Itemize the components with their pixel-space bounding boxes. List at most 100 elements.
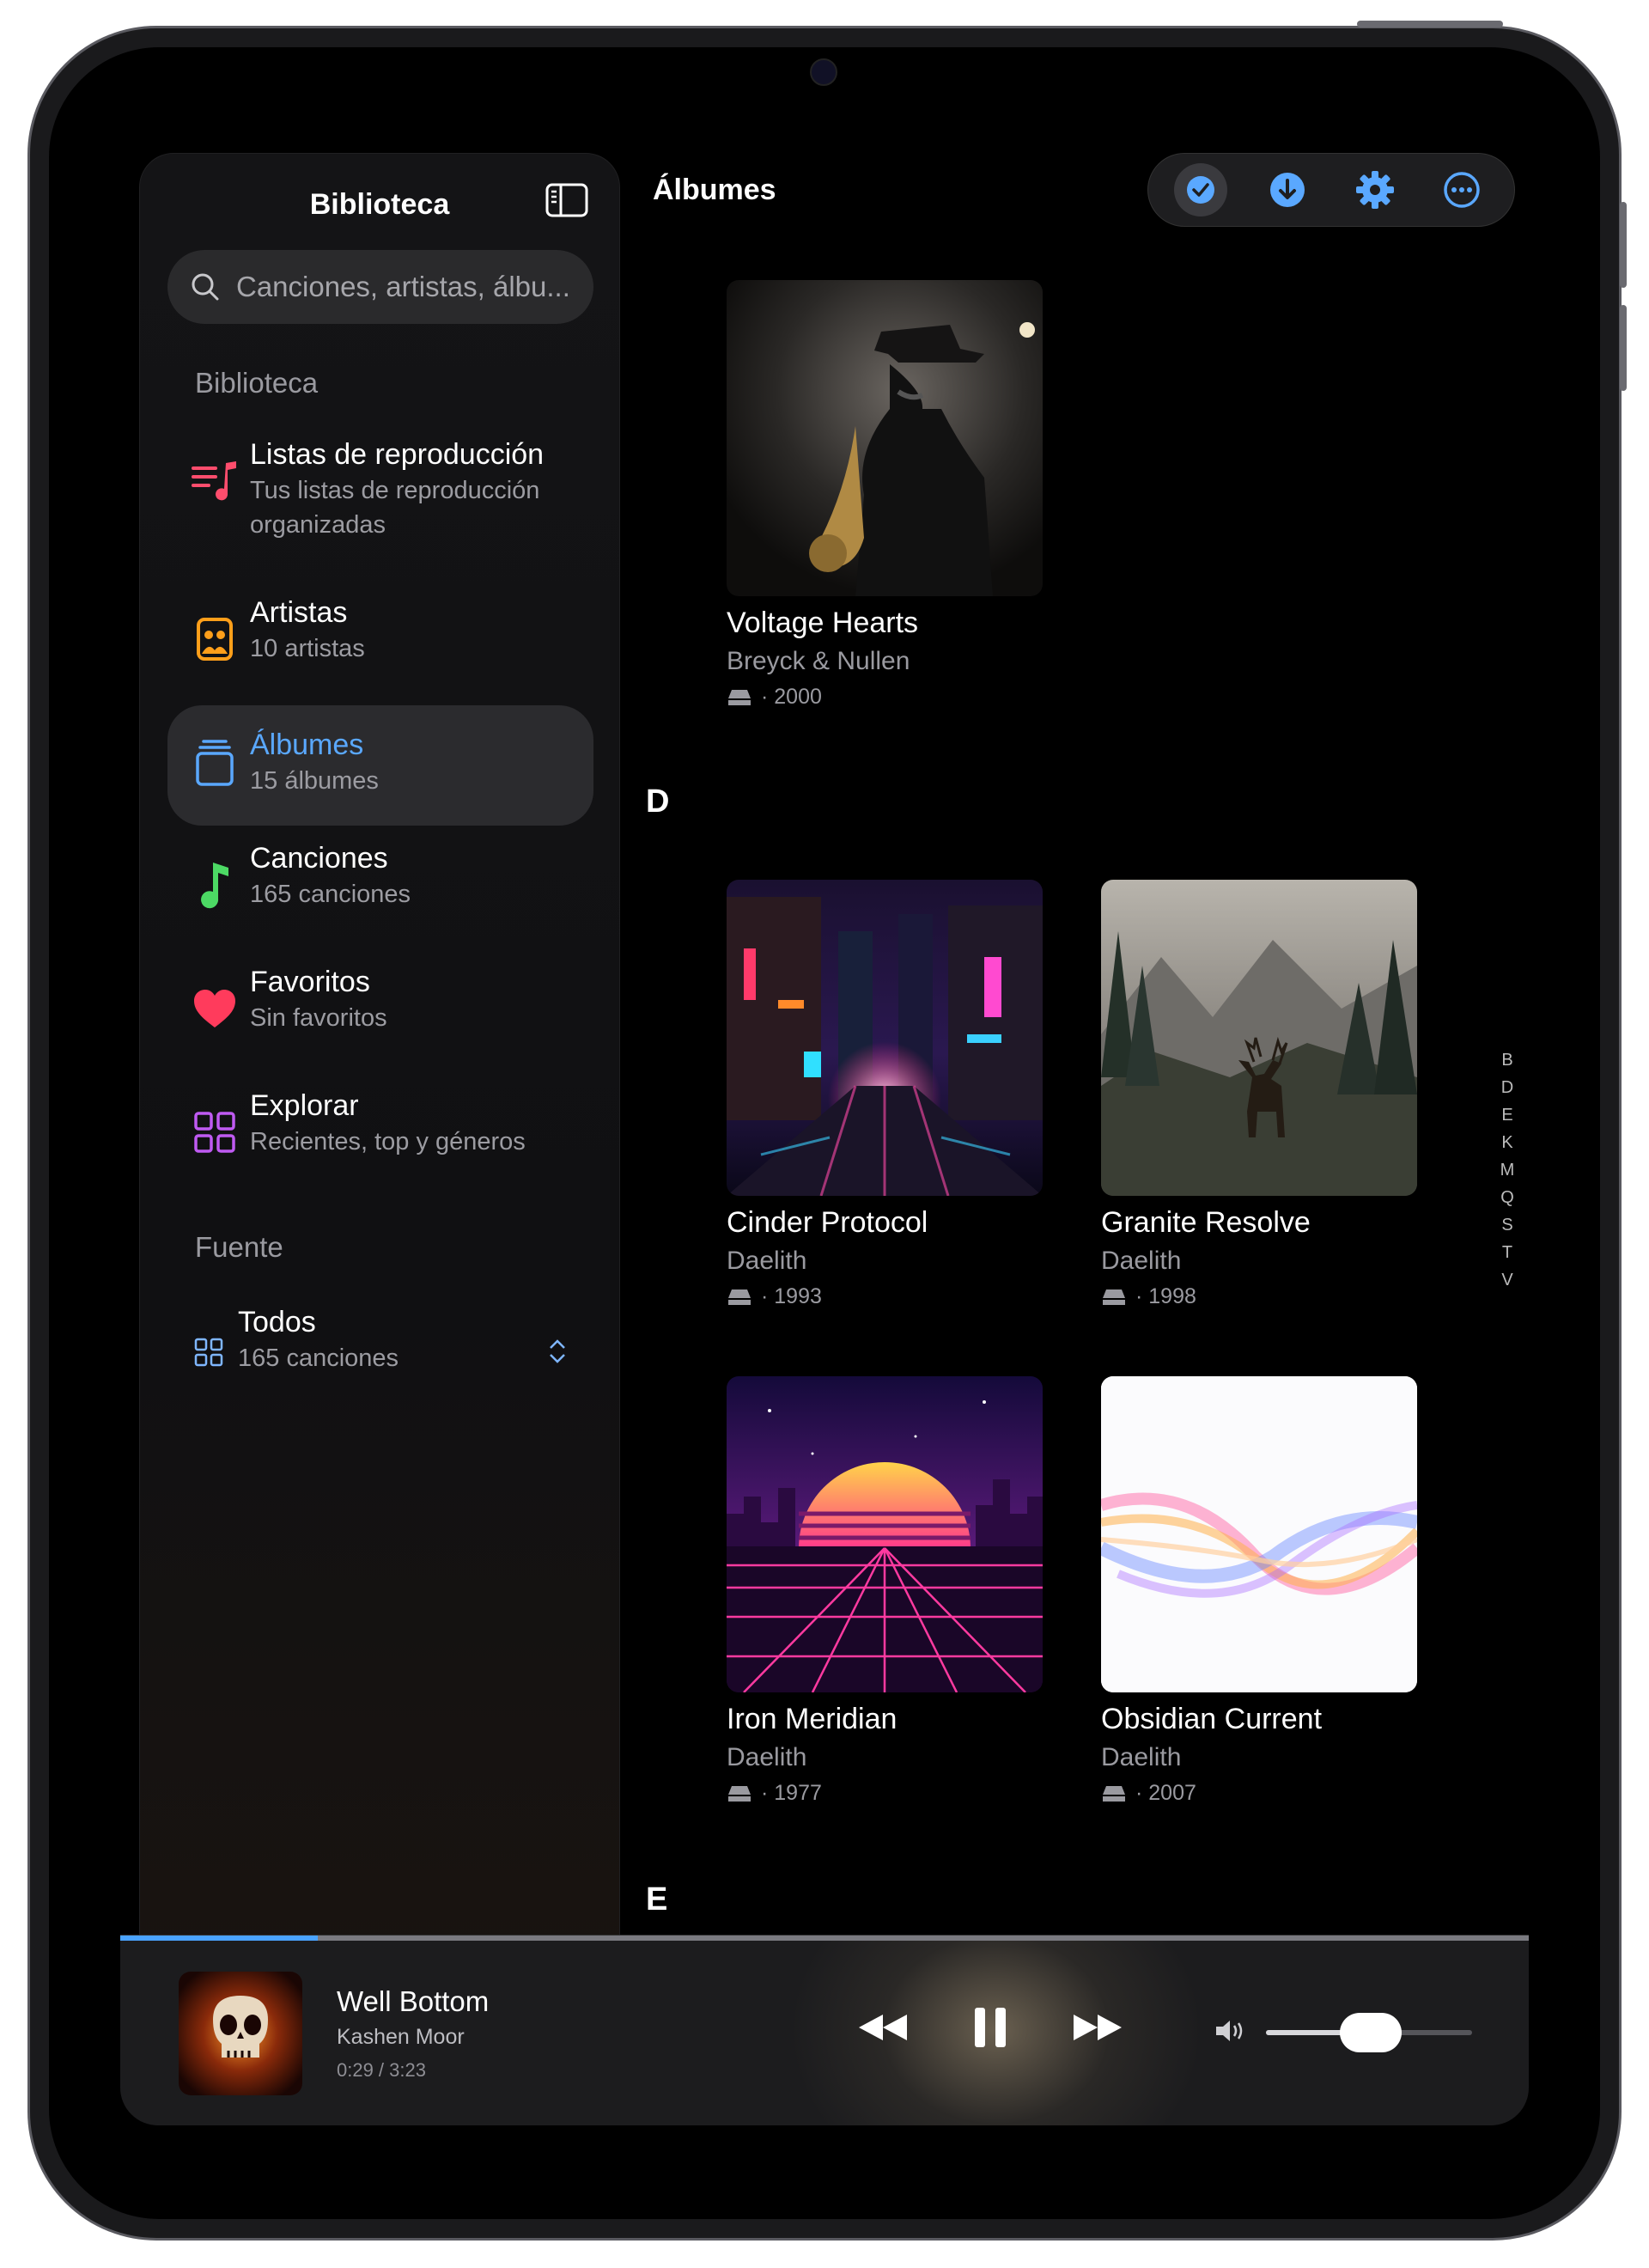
pause-button[interactable] bbox=[960, 1997, 1020, 2058]
album-artist: Daelith bbox=[727, 1247, 807, 1275]
toolbar bbox=[1147, 153, 1515, 227]
album-card[interactable]: Voltage Hearts Breyck & Nullen · 2000 bbox=[727, 280, 1044, 710]
album-artist: Daelith bbox=[1101, 1743, 1182, 1771]
pause-icon bbox=[975, 2008, 1006, 2047]
settings-button[interactable] bbox=[1348, 163, 1402, 216]
section-header-e: E bbox=[646, 1881, 668, 1917]
index-letter[interactable]: D bbox=[1494, 1074, 1520, 1101]
source-picker[interactable]: Todos 165 canciones bbox=[167, 1305, 593, 1408]
index-letter[interactable]: M bbox=[1494, 1156, 1520, 1184]
album-year: 1993 bbox=[774, 1284, 822, 1308]
now-playing-title: Well Bottom bbox=[337, 1985, 490, 2017]
screen: Biblioteca Biblioteca Listas de reproduc… bbox=[120, 117, 1529, 2125]
volume-up-button bbox=[1620, 202, 1627, 288]
sidebar-item-explore[interactable]: Explorar Recientes, top y géneros bbox=[167, 1088, 593, 1192]
checkmark-icon bbox=[1186, 176, 1214, 204]
drive-icon bbox=[728, 1289, 751, 1305]
section-label-library: Biblioteca bbox=[195, 367, 319, 399]
album-meta: · 1993 bbox=[727, 1284, 1044, 1309]
volume-knob[interactable] bbox=[1340, 2013, 1402, 2052]
album-year: 2007 bbox=[1148, 1781, 1196, 1805]
sidebar-item-albums[interactable]: Álbumes 15 álbumes bbox=[167, 705, 593, 826]
album-card[interactable]: Iron Meridian Daelith · 1977 bbox=[727, 1376, 1044, 1806]
separator: · bbox=[761, 1781, 769, 1805]
sidebar-item-subtitle: Tus listas de reproducción bbox=[250, 477, 540, 504]
album-cover bbox=[1101, 1376, 1417, 1692]
source-subtitle: 165 canciones bbox=[238, 1344, 399, 1372]
separator: · bbox=[761, 1284, 769, 1308]
album-title: Granite Resolve bbox=[1101, 1206, 1311, 1239]
sidebar-item-subtitle: 10 artistas bbox=[250, 635, 365, 662]
sidebar-item-subtitle: 165 canciones bbox=[250, 881, 411, 908]
sidebar-item-subtitle: Sin favoritos bbox=[250, 1004, 387, 1032]
sidebar-item-title: Álbumes bbox=[250, 729, 364, 761]
album-title: Voltage Hearts bbox=[727, 607, 919, 639]
drive-icon bbox=[728, 689, 751, 705]
search-input[interactable] bbox=[234, 270, 590, 304]
drive-icon bbox=[728, 1785, 751, 1802]
index-letter[interactable]: E bbox=[1494, 1101, 1520, 1129]
more-button[interactable] bbox=[1435, 163, 1488, 216]
chevron-up-down-icon bbox=[547, 1336, 568, 1371]
speaker-icon bbox=[1214, 2018, 1247, 2048]
album-meta: · 1977 bbox=[727, 1781, 1044, 1806]
progress-fill bbox=[120, 1936, 318, 1941]
album-cover bbox=[727, 880, 1043, 1196]
sidebar-item-title: Favoritos bbox=[250, 966, 370, 998]
index-letter[interactable]: B bbox=[1494, 1046, 1520, 1074]
previous-button[interactable] bbox=[849, 1997, 917, 2058]
album-cover bbox=[727, 280, 1043, 596]
album-year: 1977 bbox=[774, 1781, 822, 1805]
sidebar-item-title: Canciones bbox=[250, 842, 388, 875]
sidebar-item-subtitle: 15 álbumes bbox=[250, 767, 379, 795]
sidebar-item-favorites[interactable]: Favoritos Sin favoritos bbox=[167, 965, 593, 1068]
gear-icon bbox=[1355, 171, 1394, 209]
album-year: 2000 bbox=[774, 685, 822, 709]
drive-icon bbox=[1103, 1289, 1125, 1305]
album-artist: Daelith bbox=[727, 1743, 807, 1771]
index-letter[interactable]: Q bbox=[1494, 1184, 1520, 1211]
grid-small-icon bbox=[192, 1329, 226, 1375]
separator: · bbox=[761, 685, 769, 709]
artists-icon bbox=[192, 616, 238, 662]
album-title: Iron Meridian bbox=[727, 1703, 898, 1735]
album-artist: Breyck & Nullen bbox=[727, 647, 910, 675]
album-title: Obsidian Current bbox=[1101, 1703, 1323, 1735]
sidebar-item-songs[interactable]: Canciones 165 canciones bbox=[167, 841, 593, 944]
music-note-icon bbox=[192, 862, 238, 909]
progress-bar[interactable] bbox=[120, 1936, 1529, 1941]
index-letter[interactable]: T bbox=[1494, 1239, 1520, 1266]
index-letter[interactable]: K bbox=[1494, 1129, 1520, 1156]
heart-icon bbox=[192, 985, 238, 1032]
sidebar-item-title: Explorar bbox=[250, 1089, 359, 1122]
drive-icon bbox=[1103, 1785, 1125, 1802]
sidebar-item-playlists[interactable]: Listas de reproducción Tus listas de rep… bbox=[167, 437, 593, 558]
album-artist: Daelith bbox=[1101, 1247, 1182, 1275]
albums-icon bbox=[192, 740, 238, 786]
more-icon bbox=[1444, 172, 1480, 208]
album-card[interactable]: Cinder Protocol Daelith · 1993 bbox=[727, 880, 1044, 1309]
album-card[interactable]: Obsidian Current Daelith · 2007 bbox=[1101, 1376, 1419, 1806]
select-button[interactable] bbox=[1173, 163, 1227, 216]
search-field[interactable] bbox=[167, 250, 593, 324]
album-meta: · 2007 bbox=[1101, 1781, 1419, 1806]
now-playing-time: 0:29 / 3:23 bbox=[337, 2059, 426, 2081]
album-card[interactable]: Granite Resolve Daelith · 1998 bbox=[1101, 880, 1419, 1309]
next-button[interactable] bbox=[1063, 1997, 1132, 2058]
now-playing-bar[interactable]: Well Bottom Kashen Moor 0:29 / 3:23 bbox=[120, 1935, 1529, 2125]
sidebar-item-subtitle: Recientes, top y géneros bbox=[250, 1128, 526, 1155]
sidebar-item-title: Artistas bbox=[250, 596, 348, 629]
front-camera bbox=[810, 58, 837, 86]
download-button[interactable] bbox=[1261, 163, 1314, 216]
now-playing-artwork[interactable] bbox=[179, 1972, 302, 2095]
fast-forward-icon bbox=[1074, 2015, 1122, 2040]
playlist-icon bbox=[192, 458, 238, 504]
index-letter[interactable]: V bbox=[1494, 1266, 1520, 1294]
sidebar-toggle-icon[interactable] bbox=[545, 183, 588, 217]
index-letter[interactable]: S bbox=[1494, 1211, 1520, 1239]
alphabet-index[interactable]: B D E K M Q S T V bbox=[1494, 1046, 1520, 1294]
now-playing-artist: Kashen Moor bbox=[337, 2025, 465, 2049]
sidebar-item-artists[interactable]: Artistas 10 artistas bbox=[167, 595, 593, 698]
section-label-source: Fuente bbox=[195, 1231, 283, 1263]
album-title: Cinder Protocol bbox=[727, 1206, 928, 1239]
